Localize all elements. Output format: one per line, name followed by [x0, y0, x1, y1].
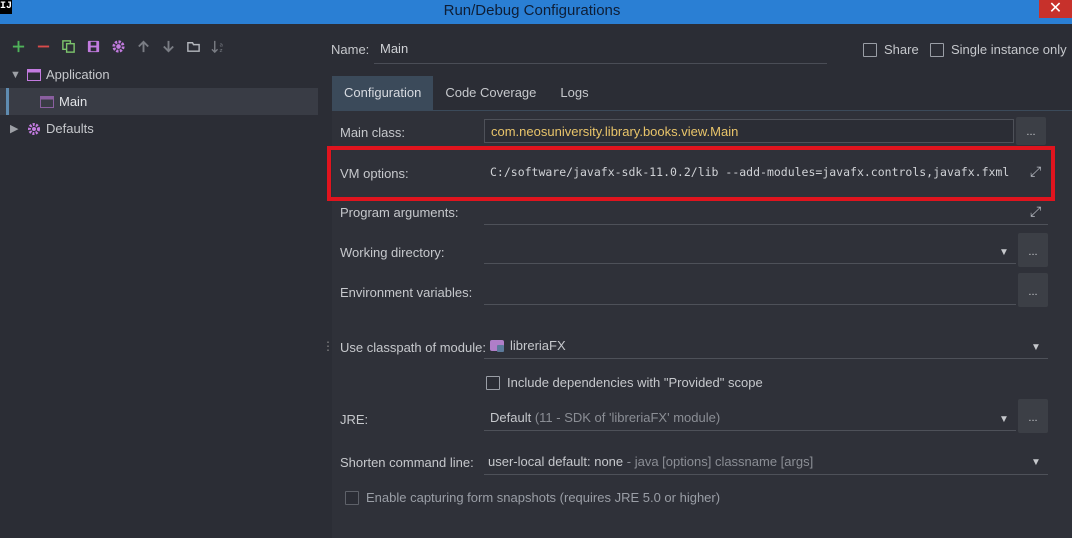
environment-variables-input[interactable] [484, 279, 1016, 305]
jre-detail: (11 - SDK of 'libreriaFX' module) [534, 410, 721, 425]
include-dependencies-checkbox-box[interactable] [486, 375, 500, 390]
window-title: Run/Debug Configurations [443, 2, 621, 19]
name-input[interactable]: Main [374, 34, 827, 64]
config-tabs: Configuration Code Coverage Logs [332, 76, 601, 110]
gear-icon[interactable] [106, 35, 131, 57]
jre-label: JRE: [340, 412, 369, 427]
program-arguments-label: Program arguments: [340, 205, 459, 220]
tree-item-application[interactable]: ▼ Application [0, 61, 318, 88]
remove-icon[interactable] [31, 35, 56, 57]
vm-options-highlight-box [327, 146, 1055, 201]
jre-value: Default [490, 410, 532, 425]
environment-variables-browse-button[interactable]: ... [1018, 273, 1048, 307]
working-directory-input[interactable] [484, 238, 1016, 264]
capture-snapshots-checkbox[interactable]: Enable capturing form snapshots (require… [345, 490, 720, 505]
title-bar: IJ Run/Debug Configurations ✕ [0, 0, 1072, 24]
working-directory-label: Working directory: [340, 245, 445, 260]
selection-indicator [6, 88, 9, 115]
program-arguments-input[interactable] [484, 199, 1048, 225]
capture-snapshots-checkbox-box[interactable] [345, 490, 359, 505]
arrow-up-icon[interactable] [131, 35, 156, 57]
module-folder-icon [490, 340, 504, 352]
shorten-command-line-label: Shorten command line: [340, 455, 474, 470]
copy-icon[interactable] [56, 35, 81, 57]
configuration-editor: Name: Main Share Single instance only Co… [330, 24, 1072, 538]
wrench-gear-icon [28, 122, 40, 135]
chevron-down-icon[interactable]: ▼ [10, 69, 22, 81]
single-instance-checkbox-box[interactable] [930, 42, 944, 57]
shorten-command-line-value: user-local default: none [488, 454, 624, 469]
capture-snapshots-label: Enable capturing form snapshots (require… [366, 490, 721, 505]
sort-icon[interactable]: az [206, 35, 231, 57]
main-class-browse-button[interactable]: ... [1016, 117, 1046, 145]
jre-dropdown-icon[interactable]: ▼ [999, 414, 1009, 425]
include-dependencies-checkbox[interactable]: Include dependencies with "Provided" sco… [486, 375, 763, 390]
main-class-input[interactable]: com.neosuniversity.library.books.view.Ma… [484, 119, 1014, 143]
share-checkbox[interactable]: Share [863, 42, 919, 57]
environment-variables-label: Environment variables: [340, 285, 473, 300]
application-icon [27, 68, 41, 81]
classpath-module-select[interactable]: libreriaFX [484, 333, 1048, 359]
svg-text:z: z [219, 48, 222, 54]
shorten-command-line-select[interactable]: user-local default: none - java [options… [484, 449, 1048, 475]
configurations-sidebar: az ▼ Application Main ▶ Defaults [0, 24, 318, 538]
share-checkbox-box[interactable] [863, 42, 877, 57]
main-class-label: Main class: [340, 125, 406, 140]
shorten-command-line-dropdown-icon[interactable]: ▼ [1031, 457, 1041, 468]
working-directory-dropdown-icon[interactable]: ▼ [999, 247, 1009, 258]
tree-item-defaults-label: Defaults [46, 121, 94, 136]
sidebar-toolbar: az [6, 34, 231, 58]
tree-item-application-label: Application [46, 67, 110, 82]
arrow-down-icon[interactable] [156, 35, 181, 57]
tree-item-main[interactable]: Main [0, 88, 318, 115]
application-config-icon [40, 95, 54, 108]
classpath-module-dropdown-icon[interactable]: ▼ [1031, 342, 1041, 353]
close-window-button[interactable]: ✕ [1039, 0, 1072, 18]
single-instance-checkbox[interactable]: Single instance only [930, 42, 1067, 57]
name-label: Name: [331, 42, 370, 57]
tab-configuration[interactable]: Configuration [332, 76, 434, 110]
jre-select[interactable]: Default (11 - SDK of 'libreriaFX' module… [484, 405, 1016, 431]
save-icon[interactable] [81, 35, 106, 57]
tab-code-coverage[interactable]: Code Coverage [433, 76, 548, 110]
add-icon[interactable] [6, 35, 31, 57]
folder-icon[interactable] [181, 35, 206, 57]
classpath-module-label: Use classpath of module: [340, 340, 486, 355]
chevron-right-icon[interactable]: ▶ [10, 122, 22, 135]
tree-item-defaults[interactable]: ▶ Defaults [0, 115, 318, 142]
classpath-module-value: libreriaFX [510, 338, 566, 353]
share-checkbox-label: Share [884, 42, 919, 57]
include-dependencies-label: Include dependencies with "Provided" sco… [507, 375, 763, 390]
tab-logs[interactable]: Logs [548, 76, 600, 110]
jre-browse-button[interactable]: ... [1018, 399, 1048, 433]
shorten-command-line-detail: - java [options] classname [args] [626, 454, 814, 469]
single-instance-checkbox-label: Single instance only [951, 42, 1067, 57]
working-directory-browse-button[interactable]: ... [1018, 233, 1048, 267]
tree-item-main-label: Main [59, 94, 88, 109]
program-arguments-expand-icon[interactable]: ⤢ [1030, 203, 1041, 220]
